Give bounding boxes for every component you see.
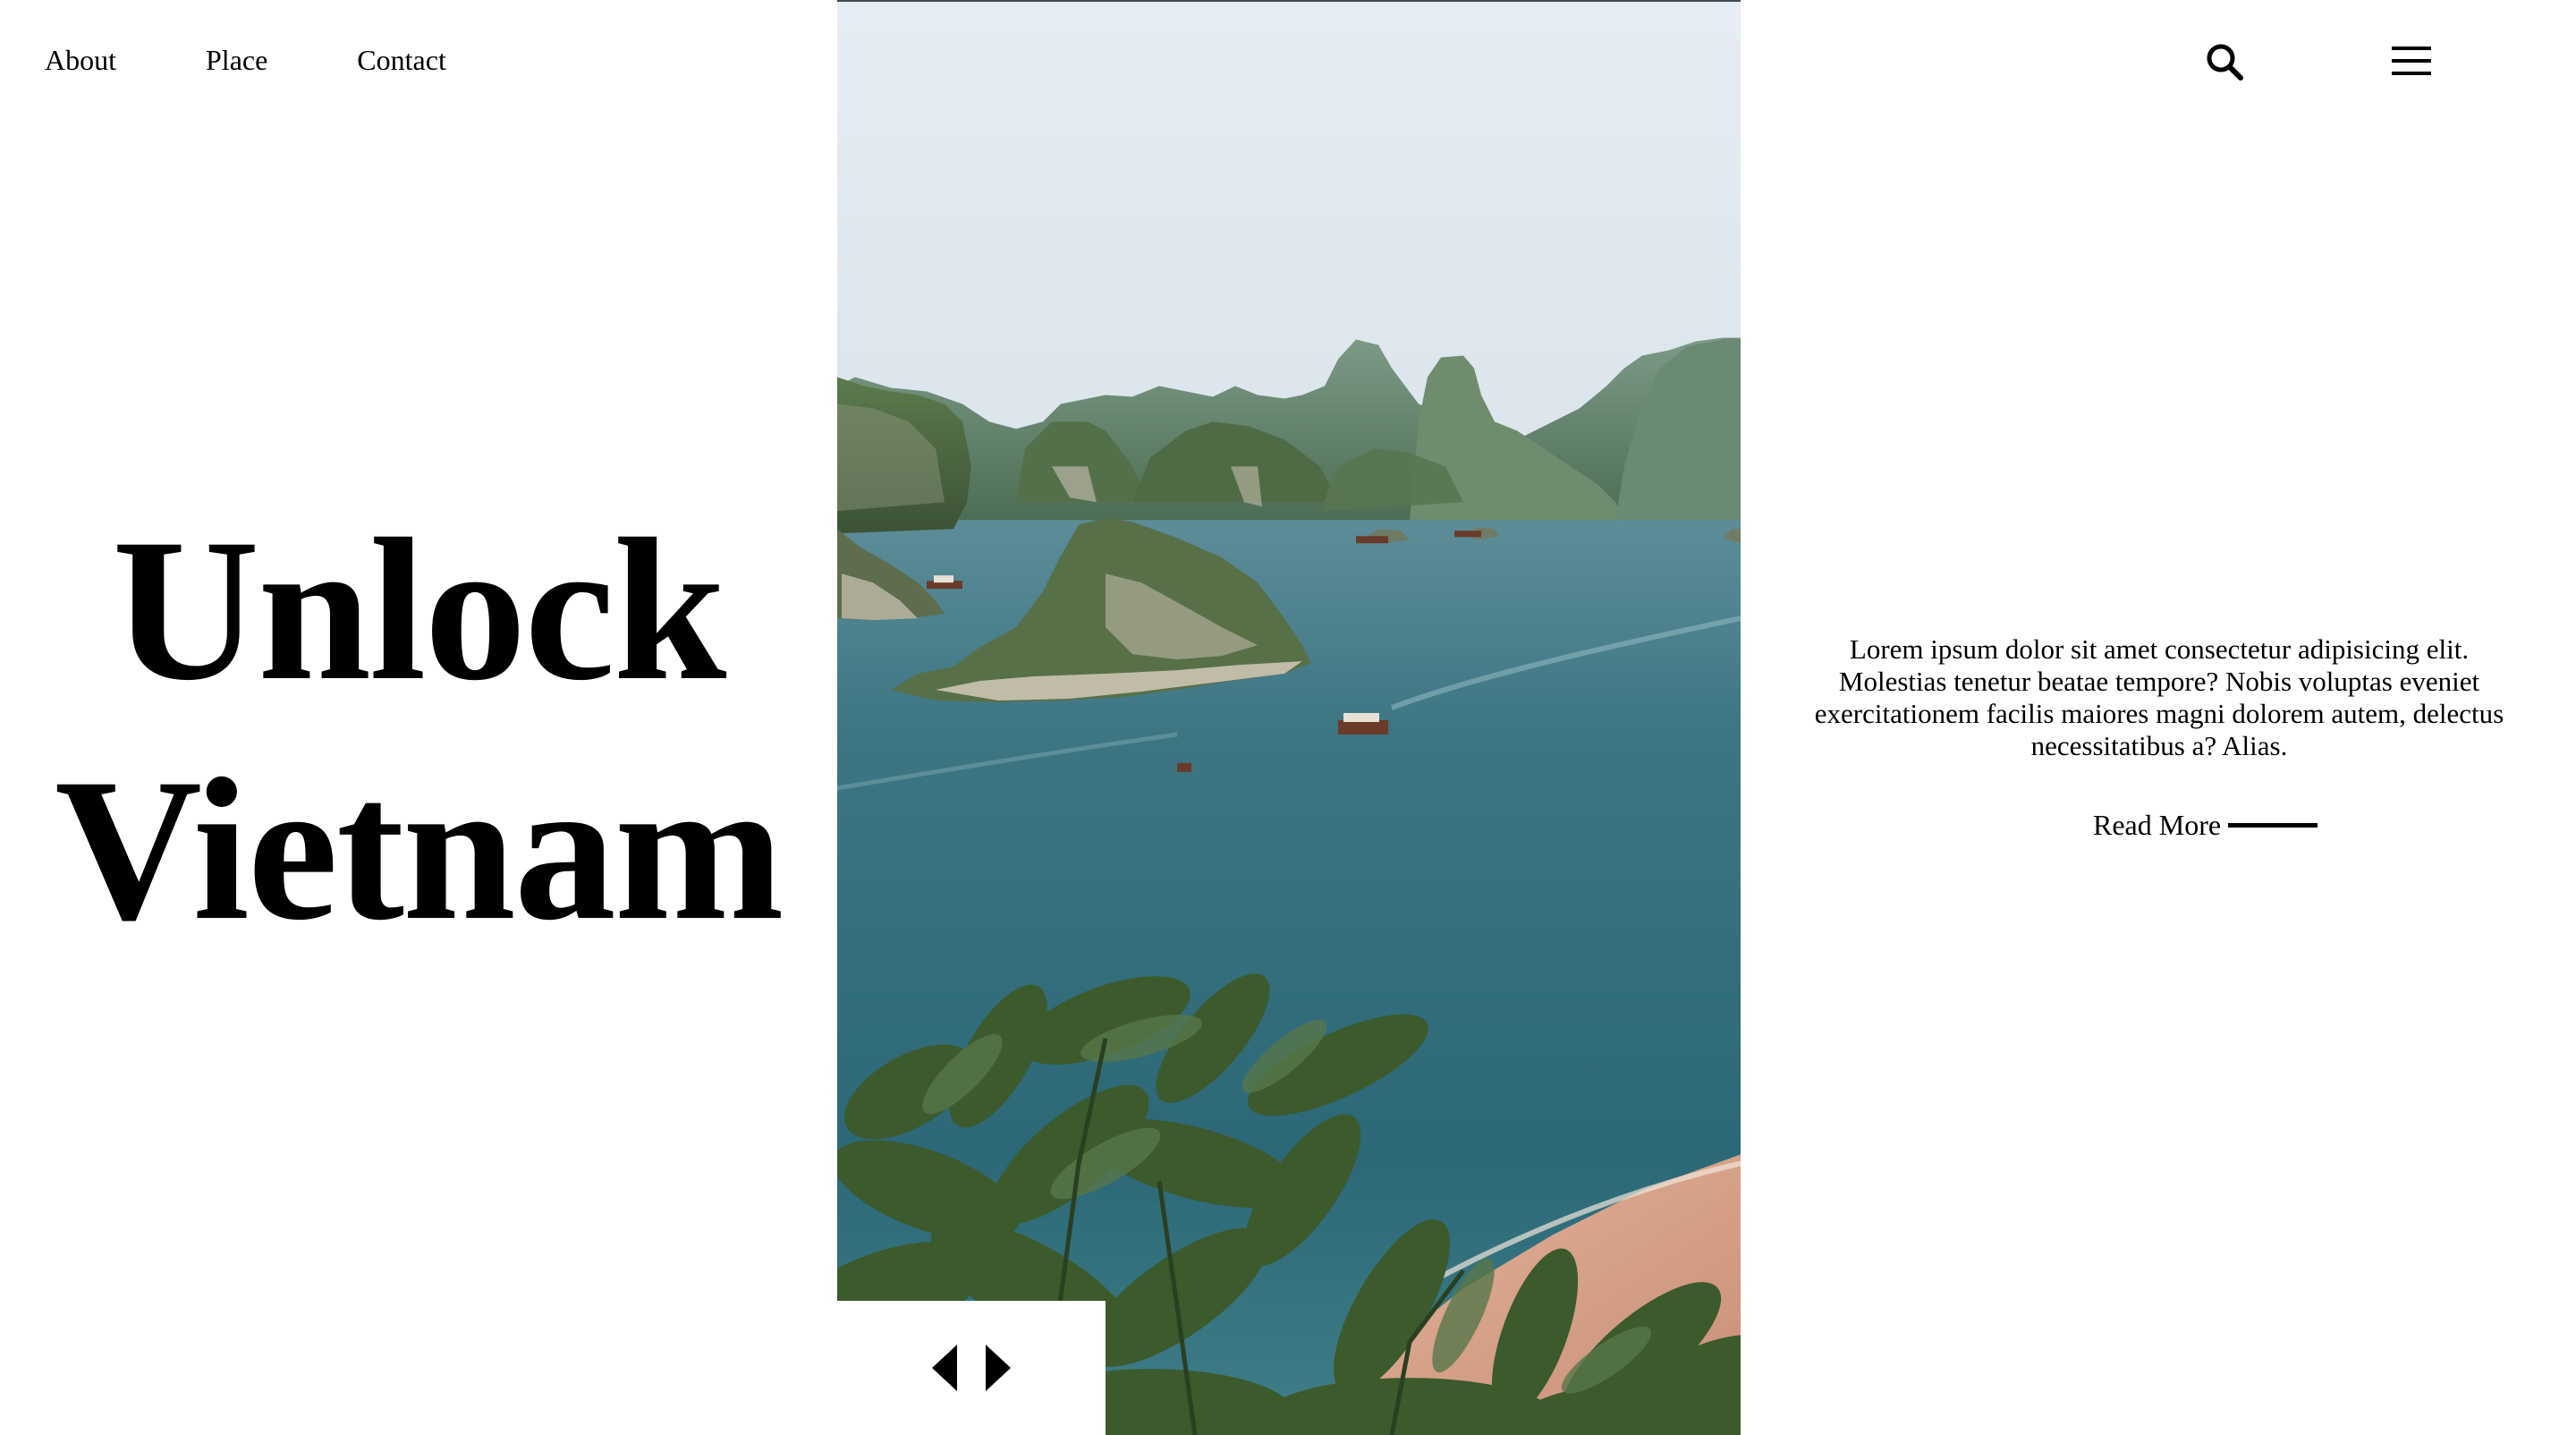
hero-title: Unlock Vietnam	[0, 490, 837, 970]
hero-title-line-1: Unlock	[112, 497, 727, 723]
search-button[interactable]	[2204, 41, 2245, 82]
slider-next-button[interactable]	[982, 1343, 1013, 1393]
read-more-link[interactable]: Read More	[2093, 807, 2318, 843]
nav-link-place[interactable]: Place	[206, 39, 267, 81]
slider-controls	[837, 1301, 1106, 1435]
hamburger-menu-icon	[2392, 47, 2431, 75]
hero-description: Lorem ipsum dolor sit amet consectetur a…	[1814, 633, 2504, 761]
top-nav: About Place Contact	[45, 39, 446, 81]
hero-image	[837, 0, 1741, 1435]
hero-title-line-2: Vietnam	[55, 737, 784, 963]
search-icon	[2207, 44, 2243, 81]
nav-link-about[interactable]: About	[45, 39, 116, 81]
read-more-line	[2228, 822, 2318, 828]
menu-button[interactable]	[2392, 43, 2431, 79]
read-more-label: Read More	[2093, 809, 2222, 841]
caret-left-icon	[932, 1345, 957, 1391]
ha-long-bay-illustration	[837, 2, 1741, 1435]
slider-prev-button[interactable]	[930, 1343, 961, 1393]
caret-right-icon	[986, 1345, 1011, 1391]
nav-link-contact[interactable]: Contact	[357, 39, 446, 81]
